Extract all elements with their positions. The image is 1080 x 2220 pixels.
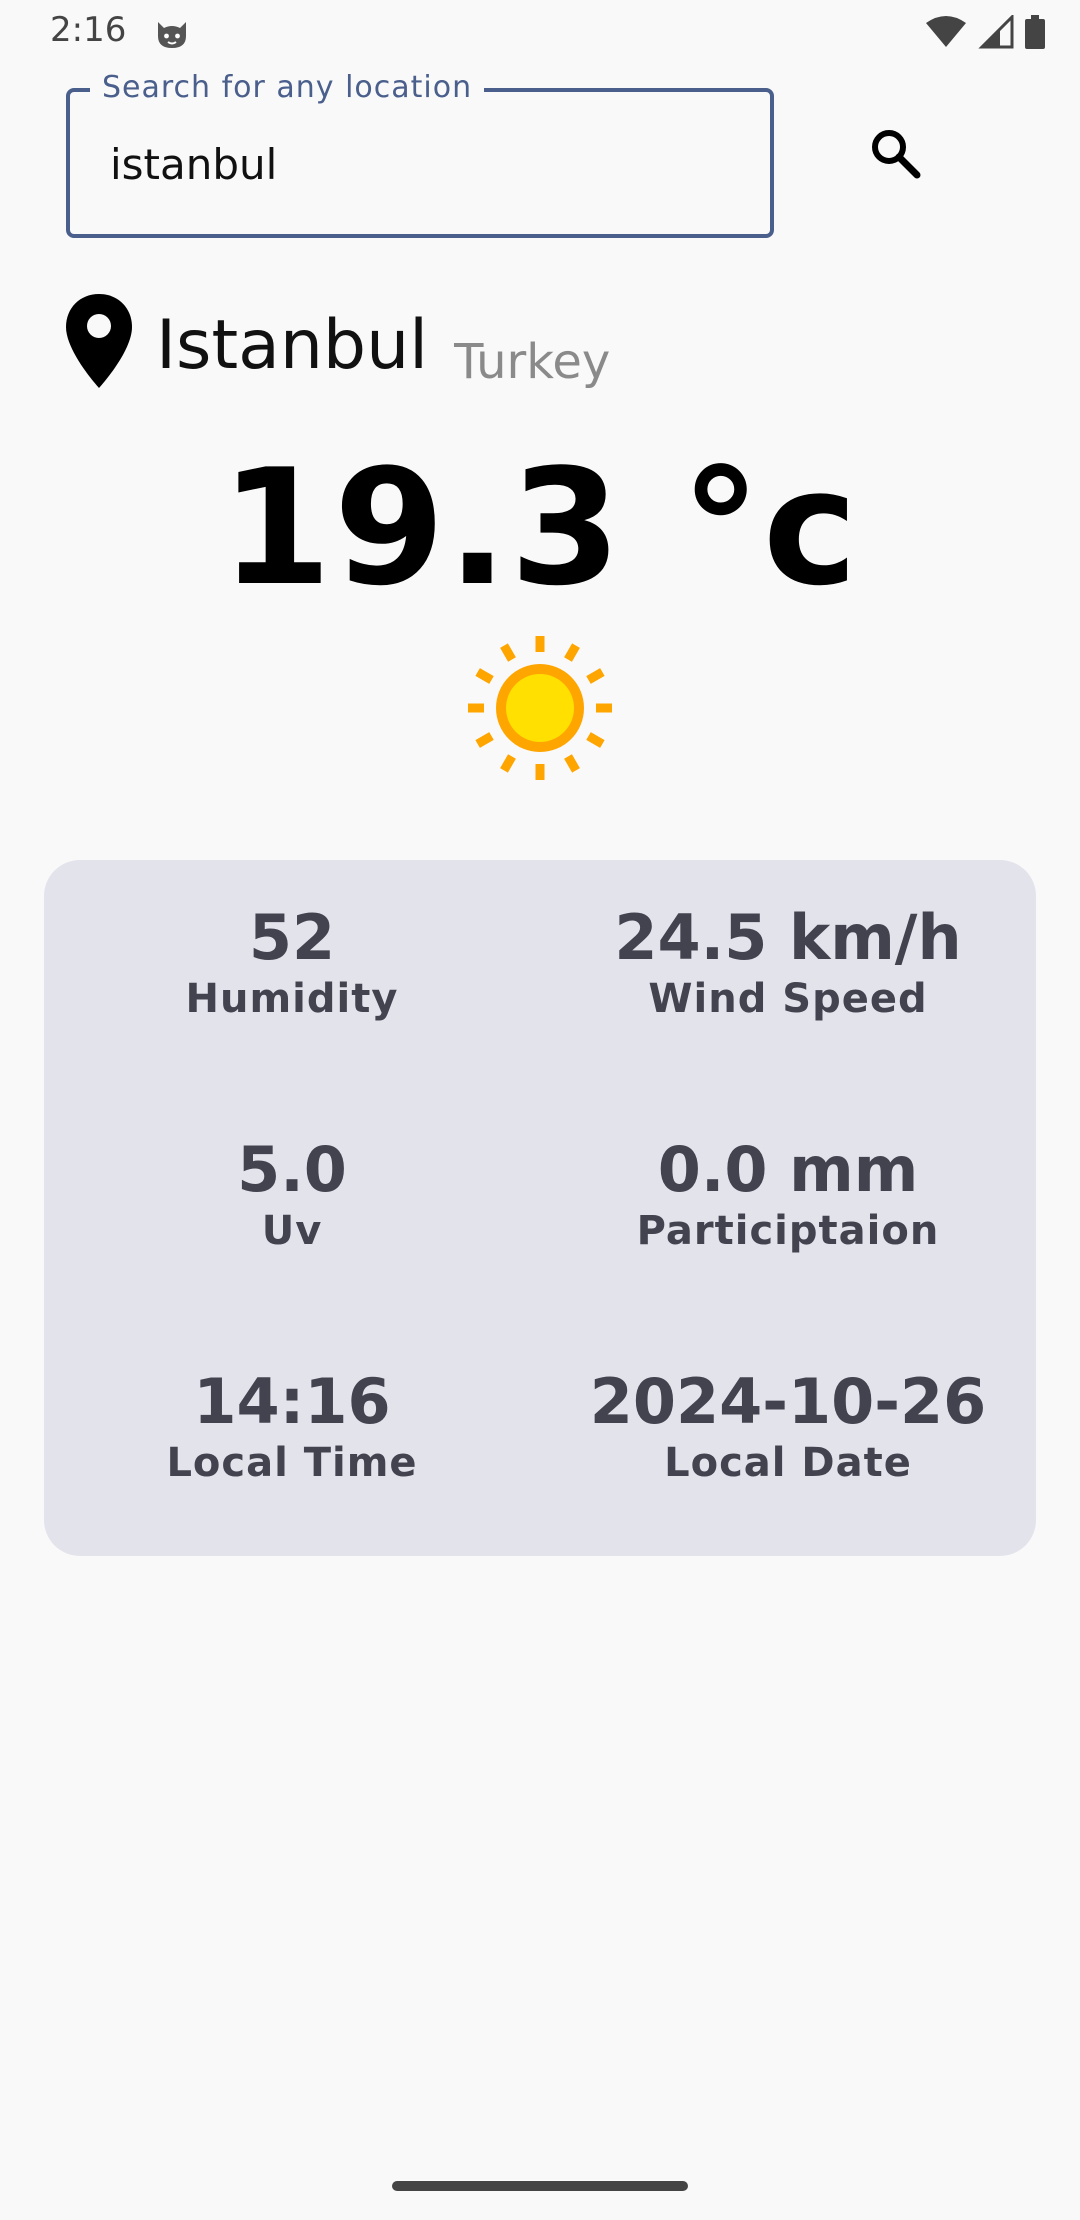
detail-uv: 5.0 Uv — [44, 1133, 540, 1255]
local-date-value: 2024-10-26 — [589, 1365, 987, 1438]
wind-speed-value: 24.5 km/h — [614, 901, 962, 974]
wifi-icon — [924, 15, 968, 53]
wind-speed-label: Wind Speed — [648, 976, 928, 1023]
signal-icon — [978, 13, 1014, 53]
status-time: 2:16 — [50, 10, 127, 50]
detail-humidity: 52 Humidity — [44, 901, 540, 1023]
local-date-label: Local Date — [664, 1440, 912, 1487]
search-icon — [868, 126, 922, 184]
location-pin-icon — [64, 292, 134, 392]
search-field[interactable]: Search for any location — [66, 70, 774, 238]
precipitation-value: 0.0 mm — [657, 1133, 919, 1206]
search-button[interactable] — [860, 120, 930, 190]
humidity-label: Humidity — [185, 976, 399, 1023]
country-name: Turkey — [454, 334, 611, 390]
cat-face-icon — [154, 16, 190, 52]
precipitation-label: Participtaion — [636, 1208, 940, 1255]
detail-wind-speed: 24.5 km/h Wind Speed — [540, 901, 1036, 1023]
temperature-value: 19.3 °c — [220, 434, 860, 621]
search-field-label: Search for any location — [90, 70, 485, 105]
search-input[interactable] — [110, 136, 730, 192]
detail-local-time: 14:16 Local Time — [44, 1365, 540, 1487]
battery-icon — [1024, 15, 1046, 53]
local-time-label: Local Time — [166, 1440, 418, 1487]
city-name: Istanbul — [156, 306, 429, 385]
uv-label: Uv — [261, 1208, 323, 1255]
local-time-value: 14:16 — [193, 1365, 391, 1438]
weather-details-card: 52 Humidity 24.5 km/h Wind Speed 5.0 Uv … — [44, 860, 1036, 1556]
sun-icon — [466, 634, 614, 782]
uv-value: 5.0 — [237, 1133, 347, 1206]
detail-local-date: 2024-10-26 Local Date — [540, 1365, 1036, 1487]
location-row: Istanbul Turkey — [64, 292, 610, 402]
humidity-value: 52 — [248, 901, 336, 974]
home-indicator[interactable] — [392, 2181, 688, 2191]
detail-precipitation: 0.0 mm Participtaion — [540, 1133, 1036, 1255]
status-bar: 2:16 — [0, 0, 1080, 66]
status-icons — [924, 13, 1046, 54]
